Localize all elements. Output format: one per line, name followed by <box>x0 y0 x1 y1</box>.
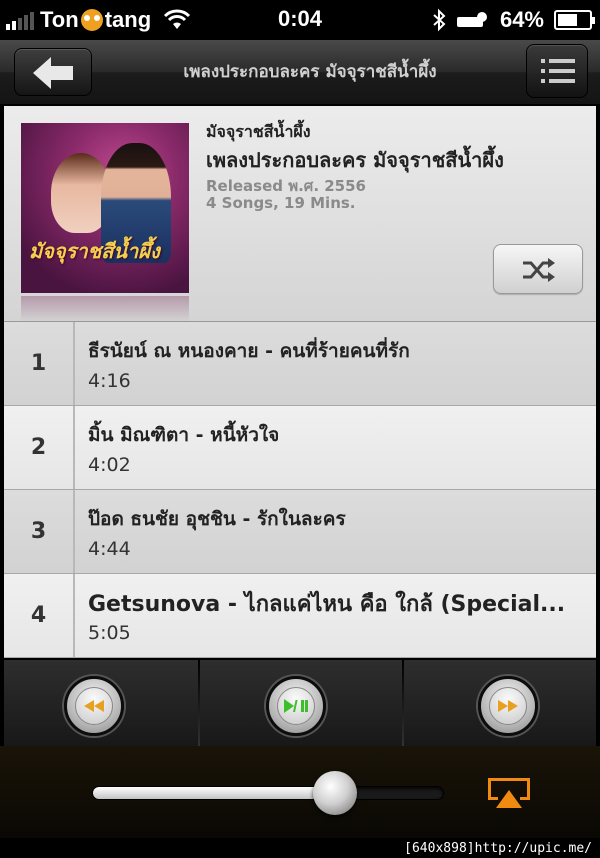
rewind-icon <box>84 700 104 712</box>
status-right: 64% <box>432 6 595 34</box>
table-row[interactable]: 2 มิ้น มิณฑิตา - หนี้หัวใจ 4:02 <box>4 406 596 490</box>
volume-bar <box>0 746 600 838</box>
track-title: มิ้น มิณฑิตา - หนี้หัวใจ <box>88 424 280 446</box>
fast-forward-icon <box>498 700 518 712</box>
nav-title: เพลงประกอบละคร มัจจุราชสีน้ำผึ้ง <box>183 62 437 82</box>
rewind-button-face <box>75 687 113 725</box>
shuffle-icon <box>523 258 555 282</box>
album-cover-reflection <box>21 296 189 322</box>
fast-forward-button-face <box>489 687 527 725</box>
control-divider <box>402 660 404 748</box>
airplay-icon[interactable] <box>486 776 532 810</box>
control-divider <box>198 660 200 748</box>
table-row[interactable]: 4 Getsunova - ไกลแค่ไหน คือ ใกล้ (Specia… <box>4 574 596 658</box>
track-title: ป๊อด ธนชัย อุชชิน - รักในละคร <box>88 508 346 530</box>
track-number: 2 <box>4 406 75 489</box>
play-pause-button-face <box>277 687 315 725</box>
status-bar: Ton tang 0:04 64% <box>0 0 600 40</box>
volume-slider-knob[interactable] <box>312 771 357 815</box>
album-title: เพลงประกอบละคร มัจจุราชสีน้ำผึ้ง <box>206 148 504 172</box>
battery-fill <box>558 14 577 26</box>
back-arrow-icon <box>33 57 73 89</box>
table-row[interactable]: 3 ป๊อด ธนชัย อุชชิน - รักในละคร 4:44 <box>4 490 596 574</box>
track-duration: 4:44 <box>88 538 131 560</box>
shuffle-button[interactable] <box>493 244 583 294</box>
player-controls <box>4 658 596 748</box>
track-number: 4 <box>4 574 75 657</box>
bluetooth-icon <box>433 8 446 32</box>
battery-icon <box>554 10 595 30</box>
fast-forward-button[interactable] <box>478 676 538 736</box>
table-row[interactable]: 1 ธีรนัยน์ ณ หนองคาย - คนที่ร้ายคนที่รัก… <box>4 322 596 406</box>
track-title: ธีรนัยน์ ณ หนองคาย - คนที่ร้ายคนที่รัก <box>88 340 410 362</box>
navigation-bar: เพลงประกอบละคร มัจจุราชสีน้ำผึ้ง <box>0 40 600 106</box>
list-menu-icon <box>541 59 575 83</box>
volume-slider-fill <box>93 787 335 799</box>
track-duration: 5:05 <box>88 622 131 644</box>
track-title: Getsunova - ไกลแค่ไหน คือ ใกล้ (Special.… <box>88 592 566 617</box>
cover-logo: มัจจุราชสีน้ำผึ้ง <box>29 239 160 263</box>
album-artist: มัจจุราชสีน้ำผึ้ง <box>206 122 311 141</box>
rewind-button[interactable] <box>64 676 124 736</box>
watermark: [640x898]http://upic.me/ <box>402 841 594 856</box>
track-list: 1 ธีรนัยน์ ณ หนองคาย - คนที่ร้ายคนที่รัก… <box>4 322 596 658</box>
volume-slider[interactable] <box>92 771 444 815</box>
battery-percent: 64% <box>499 7 544 32</box>
track-number: 3 <box>4 490 75 573</box>
track-duration: 4:16 <box>88 370 131 392</box>
track-duration: 4:02 <box>88 454 131 476</box>
play-pause-button[interactable] <box>266 676 326 736</box>
track-number: 1 <box>4 322 75 405</box>
play-pause-icon <box>284 699 308 713</box>
album-info: 4 Songs, 19 Mins. <box>206 194 356 212</box>
list-menu-button[interactable] <box>526 44 588 98</box>
rotation-lock-icon <box>456 12 487 27</box>
album-cover[interactable]: มัจจุราชสีน้ำผึ้ง <box>21 123 189 293</box>
back-button[interactable] <box>14 48 92 96</box>
album-header: มัจจุราชสีน้ำผึ้ง มัจจุราชสีน้ำผึ้ง เพลง… <box>4 106 596 322</box>
